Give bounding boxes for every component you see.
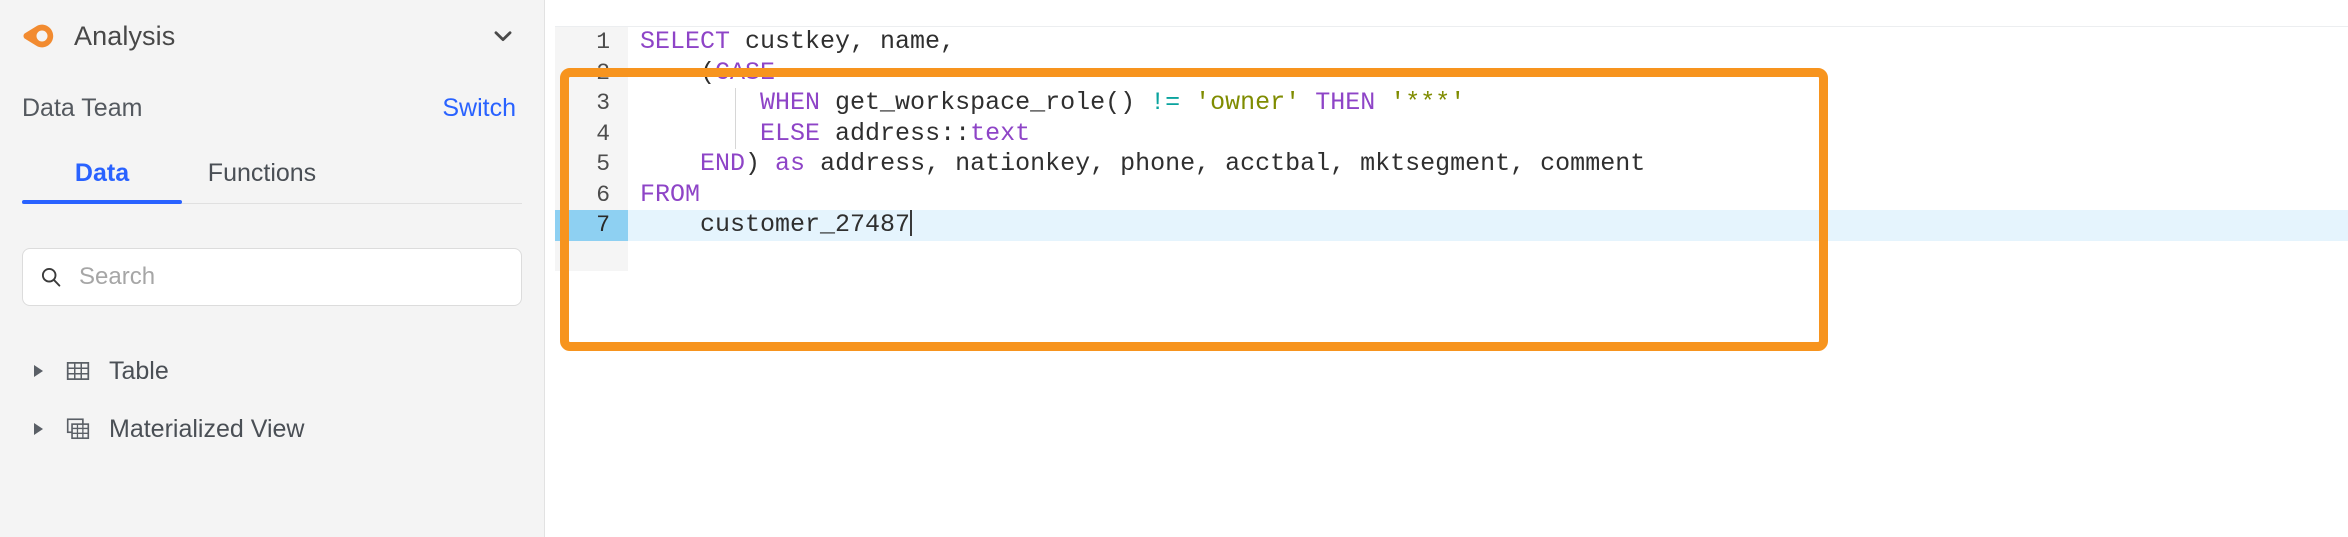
- code-token: THEN: [1315, 88, 1376, 117]
- code-token: FROM: [640, 179, 701, 209]
- code-token: address::: [820, 118, 971, 148]
- line-number: 2: [555, 57, 628, 88]
- sidebar: Analysis Data Team Switch Data Functions: [0, 0, 545, 537]
- search-input[interactable]: [77, 262, 505, 292]
- brand-row: Analysis: [0, 0, 544, 72]
- code-token: 'owner': [1195, 88, 1301, 117]
- code-token: END: [700, 149, 746, 178]
- search-wrap: [22, 248, 522, 306]
- code-token: ): [745, 149, 776, 178]
- code-token: text: [970, 118, 1031, 148]
- line-number: 7: [555, 210, 628, 241]
- code-line-row[interactable]: 4 ELSE address::text: [555, 118, 2348, 150]
- workspace-name: Data Team: [22, 94, 143, 122]
- code-line-row[interactable]: 5 END) as address, nationkey, phone, acc…: [555, 149, 2348, 180]
- tab-functions[interactable]: Functions: [182, 153, 342, 204]
- code-rows[interactable]: 1 SELECT custkey, name, 2 (CASE 3 WHEN get_…: [555, 27, 2348, 241]
- code-token: get_workspace_role(): [820, 88, 1151, 117]
- code-line-row[interactable]: 7 customer_27487: [555, 210, 2348, 241]
- table-grid-icon: [66, 362, 90, 380]
- code-token: customer_27487: [640, 210, 911, 239]
- object-tree: Table Materialized View: [0, 342, 544, 458]
- eye-teardrop-logo-icon: [23, 24, 54, 48]
- tab-data-label: Data: [74, 159, 130, 187]
- line-number: 3: [555, 88, 628, 119]
- code-line-text[interactable]: ELSE address::text: [628, 119, 2348, 150]
- code-line-text[interactable]: WHEN get_workspace_role() != 'owner' THE…: [628, 88, 2348, 119]
- sql-editor[interactable]: 1 SELECT custkey, name, 2 (CASE 3 WHEN get_…: [555, 26, 2348, 271]
- code-token: CASE: [715, 57, 776, 87]
- code-line-text[interactable]: SELECT custkey, name,: [628, 27, 2348, 58]
- code-empty: [628, 241, 2348, 272]
- code-token: custkey, name,: [730, 27, 956, 56]
- text-cursor: [910, 210, 913, 236]
- line-number: 1: [555, 27, 628, 58]
- tab-data[interactable]: Data: [22, 153, 182, 204]
- app-root: Analysis Data Team Switch Data Functions: [0, 0, 2348, 537]
- workspace-row: Data Team Switch: [0, 94, 544, 123]
- materialized-view-icon: [66, 418, 90, 440]
- code-line-text[interactable]: customer_27487: [628, 210, 2348, 241]
- code-token: SELECT: [640, 27, 731, 56]
- line-number: 4: [555, 118, 628, 149]
- code-token: WHEN: [760, 88, 821, 117]
- disclosure-triangle-right-icon[interactable]: [34, 423, 43, 435]
- gutter-empty: [555, 240, 628, 271]
- code-line-row[interactable]: 2 (CASE: [555, 57, 2348, 89]
- code-line-text[interactable]: END) as address, nationkey, phone, acctb…: [628, 149, 2348, 180]
- chevron-down-icon[interactable]: [490, 23, 516, 49]
- code-token: as: [775, 149, 806, 178]
- code-line-text[interactable]: (CASE: [628, 58, 2348, 89]
- disclosure-triangle-right-icon[interactable]: [34, 365, 43, 377]
- code-token: !=: [1150, 88, 1181, 117]
- tree-item-table-label: Table: [109, 356, 169, 385]
- line-number: 5: [555, 149, 628, 180]
- page-title: Analysis: [74, 20, 176, 51]
- code-token: '***': [1390, 88, 1466, 117]
- switch-workspace-link[interactable]: Switch: [442, 94, 516, 123]
- code-line-row[interactable]: 3 WHEN get_workspace_role() != 'owner' T…: [555, 88, 2348, 119]
- code-line-row[interactable]: 1 SELECT custkey, name,: [555, 27, 2348, 58]
- sidebar-tabs: Data Functions: [0, 153, 544, 204]
- editor-trailing-row: [555, 240, 2348, 272]
- tree-item-table[interactable]: Table: [0, 342, 544, 400]
- tab-functions-label: Functions: [207, 159, 317, 187]
- search-icon: [41, 267, 61, 287]
- indent-guide: [735, 88, 736, 149]
- line-number: 6: [555, 179, 628, 210]
- tree-item-materialized-view-label: Materialized View: [109, 414, 305, 443]
- code-token: ELSE: [760, 118, 821, 148]
- tree-item-materialized-view[interactable]: Materialized View: [0, 400, 544, 458]
- search-box[interactable]: [22, 248, 522, 306]
- code-token: address, nationkey, phone, acctbal, mkts…: [805, 149, 1646, 178]
- code-line-row[interactable]: 6 FROM: [555, 179, 2348, 211]
- code-line-text[interactable]: FROM: [628, 180, 2348, 211]
- sql-editor-pane[interactable]: 1 SELECT custkey, name, 2 (CASE 3 WHEN get_…: [545, 0, 2348, 537]
- code-token: (: [640, 57, 716, 87]
